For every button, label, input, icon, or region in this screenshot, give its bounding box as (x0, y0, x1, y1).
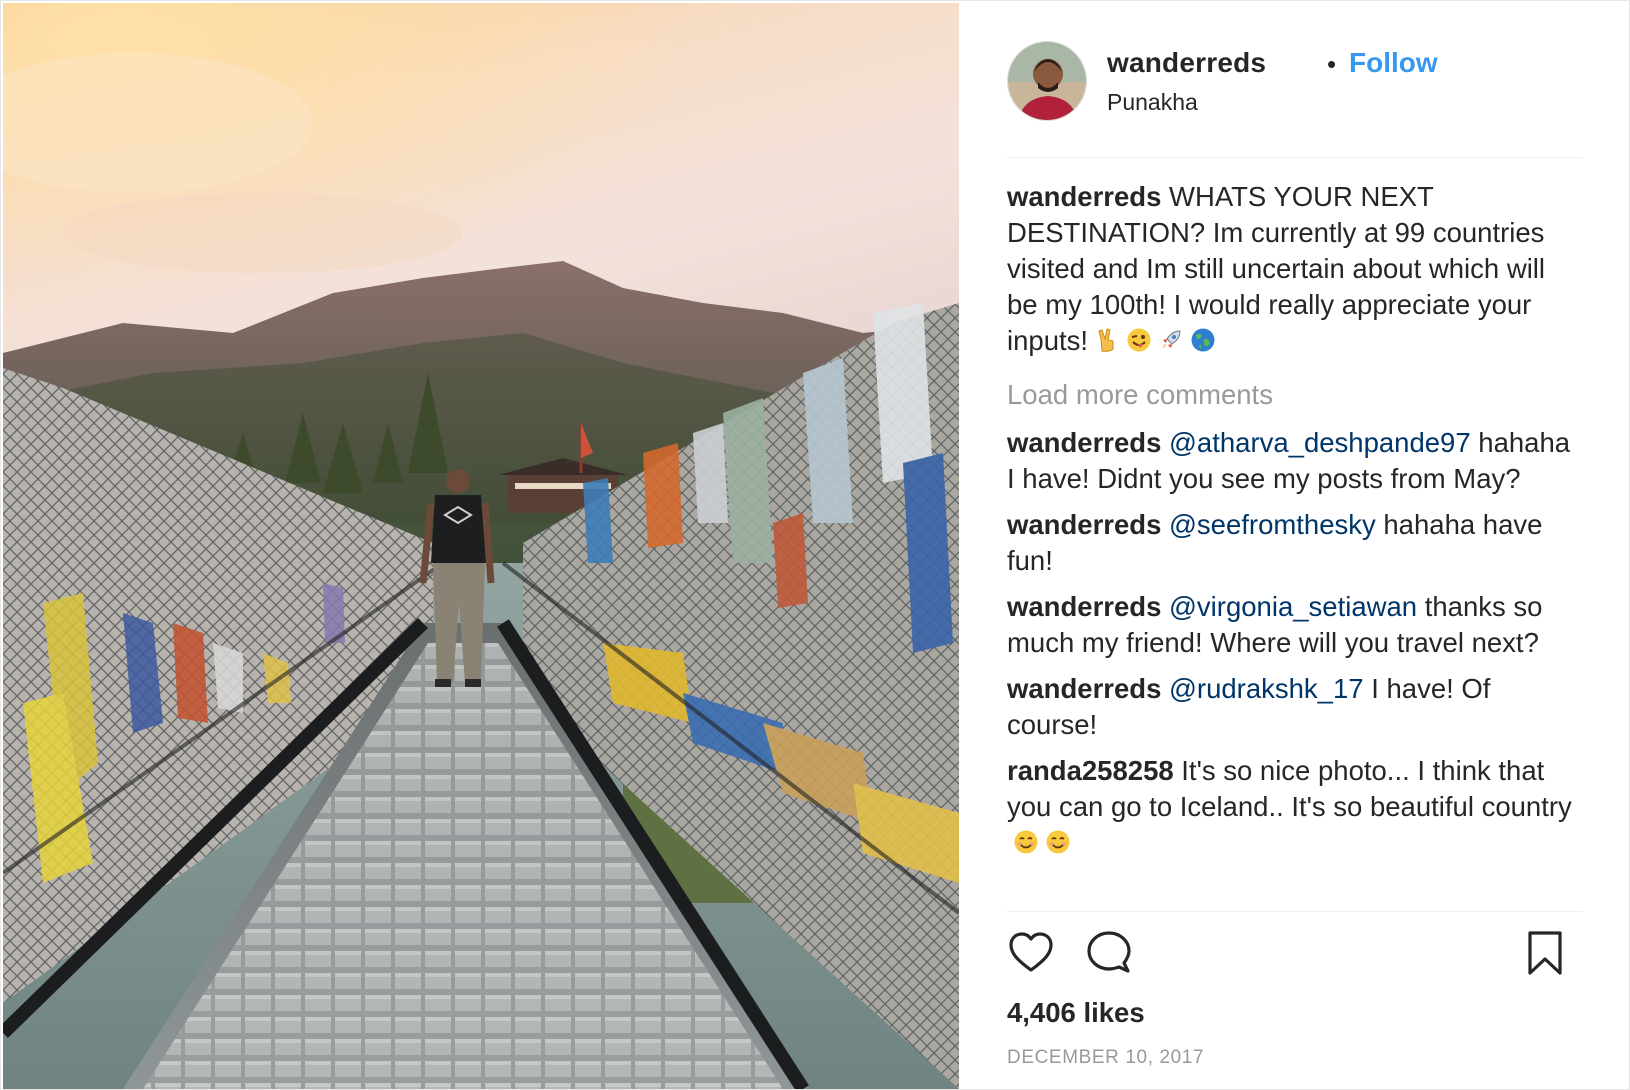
comment-item: wanderreds @atharva_deshpande97 hahaha I… (1007, 425, 1583, 497)
comment-item: wanderreds @virgonia_setiawan thanks so … (1007, 589, 1583, 661)
action-bar (1007, 929, 1583, 979)
avatar[interactable] (1007, 41, 1087, 121)
comment-item: randa258258 It's so nice photo... I thin… (1007, 753, 1583, 861)
follow-button[interactable]: Follow (1349, 47, 1438, 79)
globe-icon (1191, 328, 1215, 352)
comment-mention[interactable]: @atharva_deshpande97 (1169, 427, 1471, 458)
comment-username[interactable]: wanderreds (1007, 509, 1161, 540)
comment-icon[interactable] (1085, 929, 1133, 977)
comment-item: wanderreds @seefromthesky hahaha have fu… (1007, 507, 1583, 579)
bridge-landscape-image (3, 3, 959, 1089)
comments-section: wanderreds WHATS YOUR NEXT DESTINATION? … (1007, 179, 1583, 871)
post-details-panel: wanderreds • Follow Punakha wanderreds W… (959, 1, 1630, 1090)
comment-mention[interactable]: @rudrakshk_17 (1169, 673, 1364, 704)
comment-username[interactable]: randa258258 (1007, 755, 1174, 786)
post-card: wanderreds • Follow Punakha wanderreds W… (0, 0, 1630, 1090)
caption-username[interactable]: wanderreds (1007, 181, 1161, 212)
separator-dot: • (1327, 49, 1337, 79)
rocket-icon (1162, 330, 1181, 349)
smiling-face-icon (1046, 830, 1070, 854)
bookmark-icon[interactable] (1521, 929, 1569, 977)
actions-divider (1007, 911, 1583, 912)
comment-item: wanderreds @rudrakshk_17 I have! Of cour… (1007, 671, 1583, 743)
header-divider (1007, 157, 1583, 158)
comment-mention[interactable]: @seefromthesky (1169, 509, 1376, 540)
comment-mention[interactable]: @virgonia_setiawan (1169, 591, 1417, 622)
post-location[interactable]: Punakha (1107, 89, 1198, 116)
comment-username[interactable]: wanderreds (1007, 427, 1161, 458)
comment-username[interactable]: wanderreds (1007, 591, 1161, 622)
winking-face-tongue-icon (1127, 328, 1151, 352)
avatar-image (1008, 42, 1086, 120)
caption: wanderreds WHATS YOUR NEXT DESTINATION? … (1007, 179, 1583, 359)
post-photo[interactable] (3, 3, 959, 1089)
likes-count[interactable]: 4,406 likes (1007, 997, 1145, 1029)
heart-icon[interactable] (1007, 929, 1055, 977)
post-author-username[interactable]: wanderreds (1107, 47, 1266, 79)
comment-username[interactable]: wanderreds (1007, 673, 1161, 704)
load-more-comments-button[interactable]: Load more comments (1007, 377, 1583, 413)
post-header: wanderreds • Follow Punakha (1007, 41, 1587, 121)
smiling-face-icon (1014, 830, 1038, 854)
post-date[interactable]: DECEMBER 10, 2017 (1007, 1047, 1204, 1069)
victory-hand-icon (1098, 328, 1114, 352)
